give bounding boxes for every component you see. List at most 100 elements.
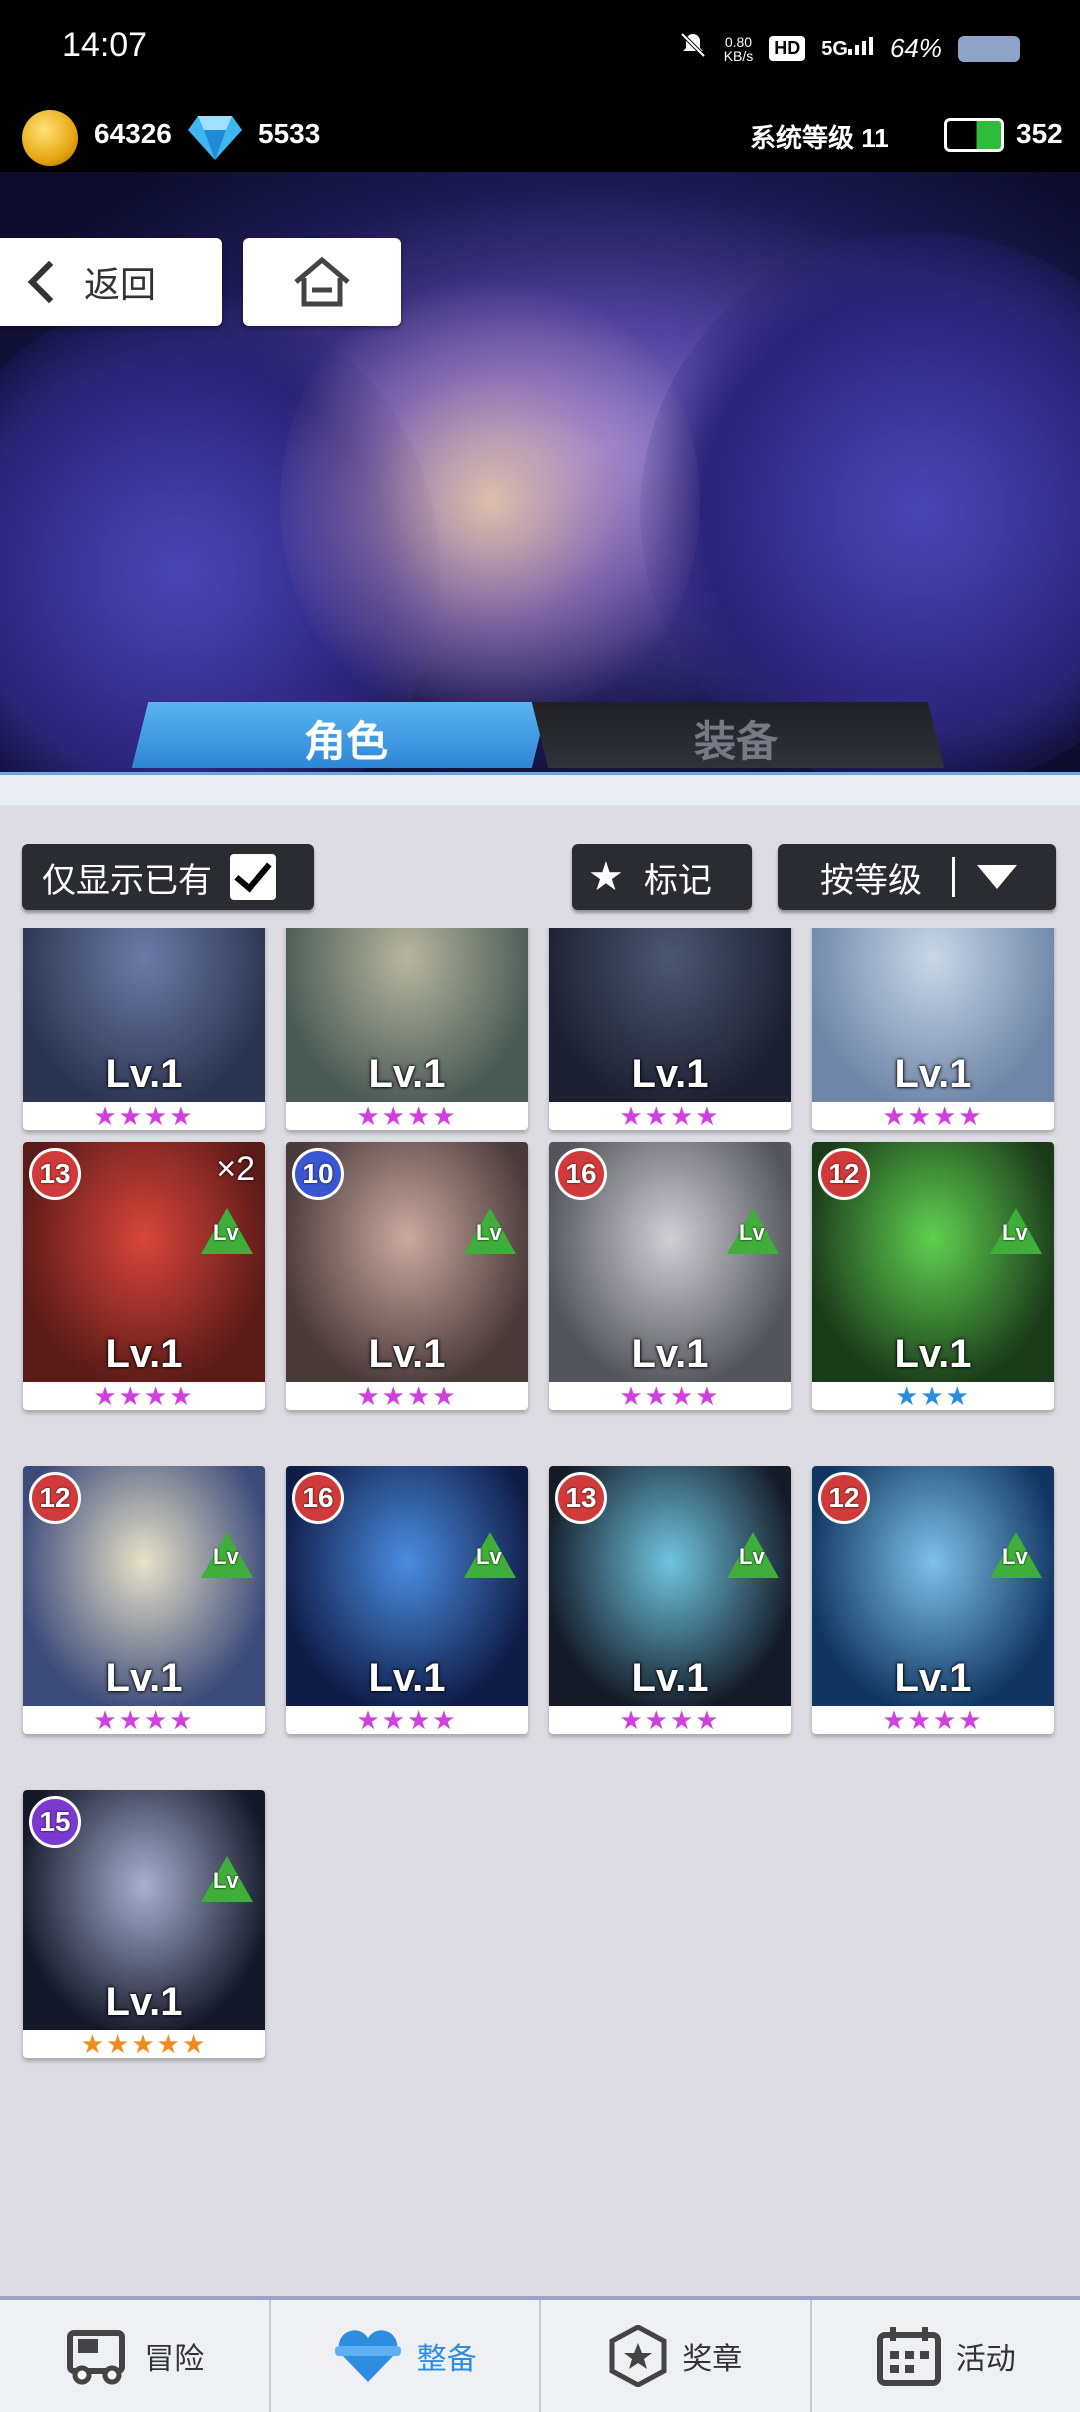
- level-badge: 12: [29, 1472, 81, 1524]
- star-rating: ★★★★: [286, 1706, 528, 1734]
- back-button[interactable]: 返回: [0, 238, 222, 326]
- card-level: Lv.1: [23, 1332, 265, 1377]
- star-rating: ★★★★: [23, 1706, 265, 1734]
- character-card[interactable]: 13 Lv Lv.1 ★★★★: [549, 1466, 791, 1734]
- nav-maintenance-label: 整备: [417, 2334, 477, 2378]
- sort-label: 按等级: [820, 853, 922, 902]
- level-up-icon: Lv: [464, 1532, 516, 1578]
- battery-icon: [958, 36, 1020, 62]
- level-up-icon: Lv: [201, 1532, 253, 1578]
- level-badge: 15: [29, 1796, 81, 1848]
- character-card[interactable]: 12 Lv Lv.1 ★★★: [812, 1142, 1054, 1410]
- character-card[interactable]: 12 Lv Lv.1 ★★★★: [812, 1466, 1054, 1734]
- card-level: Lv.1: [23, 1052, 265, 1097]
- card-level: Lv.1: [286, 1656, 528, 1701]
- level-up-icon: Lv: [201, 1208, 253, 1254]
- level-up-icon: Lv: [990, 1532, 1042, 1578]
- star-rating: ★★★★: [549, 1102, 791, 1130]
- level-up-icon: Lv: [727, 1532, 779, 1578]
- level-badge: 13: [555, 1472, 607, 1524]
- owned-only-label: 仅显示已有: [42, 853, 212, 902]
- nav-events-label: 活动: [956, 2334, 1016, 2378]
- card-level: Lv.1: [286, 1332, 528, 1377]
- card-level: Lv.1: [23, 1656, 265, 1701]
- chevron-left-icon: [28, 261, 70, 303]
- tab-equipment-label: 装备: [694, 708, 778, 769]
- mark-button[interactable]: ★ 标记: [572, 844, 752, 910]
- home-icon: [292, 256, 352, 308]
- card-level: Lv.1: [812, 1052, 1054, 1097]
- star-rating: ★★★★: [549, 1706, 791, 1734]
- chevron-down-icon: [977, 865, 1017, 889]
- star-rating: ★★★★: [286, 1102, 528, 1130]
- level-up-icon: Lv: [990, 1208, 1042, 1254]
- card-level: Lv.1: [286, 1052, 528, 1097]
- level-badge: 13: [29, 1148, 81, 1200]
- nav-maintenance[interactable]: 整备: [271, 2300, 542, 2412]
- nav-adventure[interactable]: 冒险: [0, 2300, 271, 2412]
- mark-label: 标记: [644, 853, 712, 902]
- card-level: Lv.1: [549, 1656, 791, 1701]
- level-badge: 16: [555, 1148, 607, 1200]
- star-rating: ★★★★: [812, 1102, 1054, 1130]
- star-rating: ★★★★: [286, 1382, 528, 1410]
- coin-icon: [22, 110, 78, 166]
- owned-only-toggle[interactable]: 仅显示已有: [22, 844, 314, 910]
- level-badge: 16: [292, 1472, 344, 1524]
- clock: 14:07: [62, 26, 147, 65]
- gem-count: 5533: [258, 118, 320, 150]
- character-card[interactable]: 15 Lv Lv.1 ★★★★★: [23, 1790, 265, 2058]
- star-icon: ★: [588, 854, 624, 900]
- character-grid[interactable]: Lv.1★★★★Lv.1★★★★Lv.1★★★★Lv.1★★★★13×2LvLv…: [0, 928, 1080, 2288]
- character-card[interactable]: 12 Lv Lv.1 ★★★★: [23, 1466, 265, 1734]
- heart-gear-icon: [333, 2326, 403, 2386]
- owned-only-checkbox[interactable]: [230, 854, 276, 900]
- hd-badge: HD: [769, 36, 805, 61]
- character-card[interactable]: 16 Lv Lv.1 ★★★★: [286, 1466, 528, 1734]
- character-card[interactable]: 16 Lv Lv.1 ★★★★: [549, 1142, 791, 1410]
- star-rating: ★★★★: [23, 1102, 265, 1130]
- diamond-icon: [188, 116, 242, 160]
- calendar-icon: [876, 2325, 942, 2387]
- character-card[interactable]: 10 Lv Lv.1 ★★★★: [286, 1142, 528, 1410]
- card-level: Lv.1: [812, 1656, 1054, 1701]
- card-level: Lv.1: [812, 1332, 1054, 1377]
- nav-medals-label: 奖章: [682, 2334, 742, 2378]
- character-card[interactable]: 13×2LvLv.1★★★★: [23, 1142, 265, 1410]
- nav-events[interactable]: 活动: [812, 2300, 1080, 2412]
- star-rating: ★★★: [812, 1382, 1054, 1410]
- star-rating: ★★★★: [812, 1706, 1054, 1734]
- card-level: Lv.1: [549, 1052, 791, 1097]
- level-badge: 12: [818, 1148, 870, 1200]
- level-badge: 10: [292, 1148, 344, 1200]
- system-level: 系统等级 11: [750, 118, 889, 155]
- home-button[interactable]: [243, 238, 401, 326]
- character-card[interactable]: Lv.1 ★★★★: [549, 928, 791, 1130]
- star-rating: ★★★★: [549, 1382, 791, 1410]
- bottom-nav: 冒险 整备 奖章 活动: [0, 2296, 1080, 2412]
- character-card[interactable]: Lv.1 ★★★★: [23, 928, 265, 1130]
- status-bar: 14:07 0.80KB/s HD 5G 64%: [0, 0, 1080, 100]
- character-card[interactable]: Lv.1 ★★★★: [812, 928, 1054, 1130]
- card-level: Lv.1: [23, 1980, 265, 2025]
- nav-medals[interactable]: 奖章: [541, 2300, 812, 2412]
- star-rating: ★★★★: [23, 1382, 265, 1410]
- star-rating: ★★★★★: [23, 2030, 265, 2058]
- card-level: Lv.1: [549, 1332, 791, 1377]
- energy-count: 352: [1016, 118, 1063, 150]
- character-card[interactable]: Lv.1 ★★★★: [286, 928, 528, 1130]
- network-speed: 0.80KB/s: [724, 35, 754, 63]
- tab-characters-label: 角色: [304, 708, 388, 769]
- level-up-icon: Lv: [201, 1856, 253, 1902]
- mute-icon: [678, 30, 708, 67]
- level-up-icon: Lv: [727, 1208, 779, 1254]
- nav-adventure-label: 冒险: [144, 2334, 204, 2378]
- signal-icon: 5G: [821, 37, 874, 61]
- medal-icon: [608, 2325, 668, 2387]
- level-badge: 12: [818, 1472, 870, 1524]
- truck-icon: [64, 2327, 130, 2385]
- level-up-icon: Lv: [464, 1208, 516, 1254]
- coin-count: 64326: [94, 118, 172, 150]
- sort-dropdown[interactable]: 按等级: [778, 844, 1056, 910]
- energy-icon: [944, 118, 1004, 152]
